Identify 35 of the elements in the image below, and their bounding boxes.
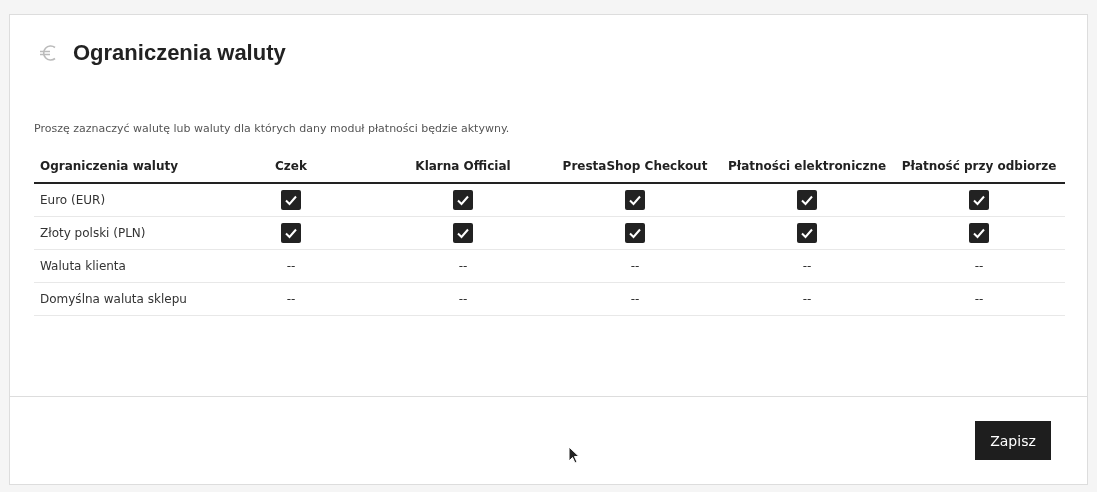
checkbox[interactable]	[969, 190, 989, 210]
checkbox[interactable]	[969, 223, 989, 243]
table-cell: --	[458, 259, 468, 273]
description-text: Proszę zaznaczyć walutę lub waluty dla których dany moduł płatności będzie aktywny.	[34, 122, 511, 135]
column-header: PrestaShop Checkout	[549, 149, 721, 183]
column-header: Ograniczenia waluty	[34, 149, 205, 183]
checkbox[interactable]	[453, 223, 473, 243]
cursor-icon	[568, 446, 580, 464]
table-cell: Waluta klienta	[34, 249, 205, 283]
table-cell: Złoty polski (PLN)	[34, 216, 205, 250]
table-cell: --	[802, 259, 812, 273]
table-cell: --	[286, 259, 296, 273]
checkbox[interactable]	[281, 223, 301, 243]
table-cell: --	[286, 292, 296, 306]
euro-icon	[39, 43, 57, 63]
save-button[interactable]: Zapisz	[975, 421, 1051, 460]
checkbox[interactable]	[797, 190, 817, 210]
checkbox[interactable]	[625, 190, 645, 210]
panel-title: Ograniczenia waluty	[73, 40, 286, 66]
table-cell: --	[802, 292, 812, 306]
checkbox[interactable]	[797, 223, 817, 243]
table-cell: --	[974, 292, 984, 306]
checkbox[interactable]	[281, 190, 301, 210]
table-cell: --	[630, 259, 640, 273]
table-cell: Euro (EUR)	[34, 183, 205, 217]
checkbox[interactable]	[625, 223, 645, 243]
column-header: Klarna Official	[377, 149, 549, 183]
column-header: Czek	[205, 149, 377, 183]
column-header: Płatność przy odbiorze	[893, 149, 1065, 183]
checkbox[interactable]	[453, 190, 473, 210]
table-cell: Domyślna waluta sklepu	[34, 282, 205, 316]
table-cell: --	[974, 259, 984, 273]
table-cell: --	[458, 292, 468, 306]
table-cell: --	[630, 292, 640, 306]
column-header: Płatności elektroniczne	[721, 149, 893, 183]
